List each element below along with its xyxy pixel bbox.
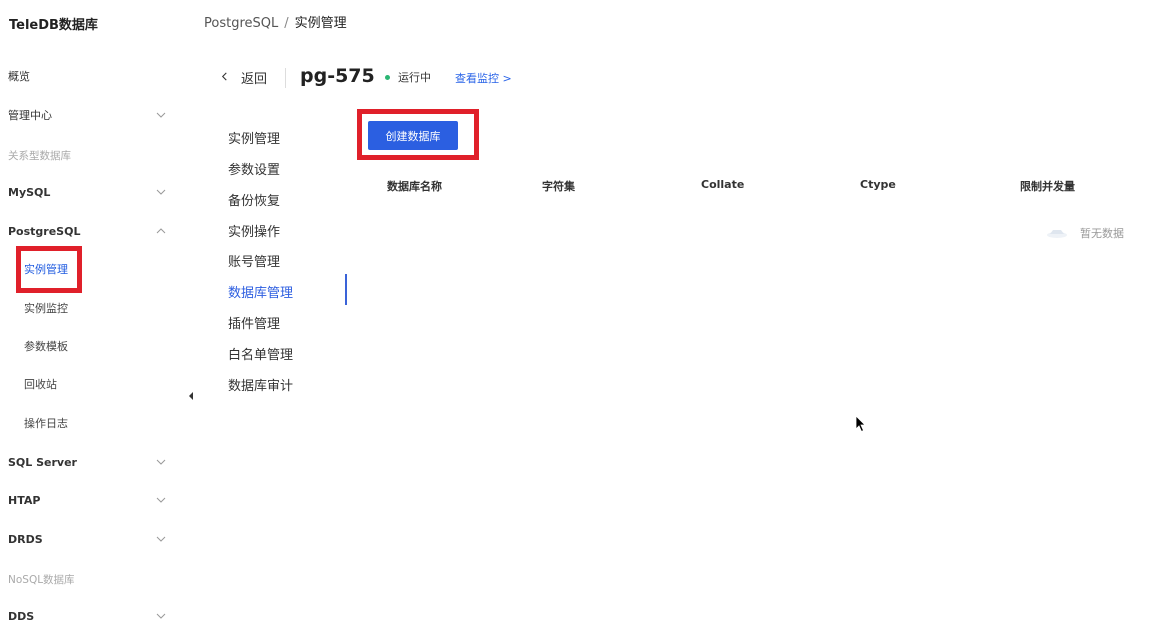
submenu-item-param-settings[interactable]: 参数设置 — [228, 159, 280, 178]
breadcrumb-link[interactable]: PostgreSQL — [204, 16, 278, 31]
submenu-item-backup-restore[interactable]: 备份恢复 — [228, 190, 280, 209]
sidebar-item-label: 回收站 — [24, 378, 57, 391]
back-button[interactable]: 返回 — [220, 68, 267, 87]
sidebar-item-param-template[interactable]: 参数模板 — [0, 331, 186, 361]
sidebar-item-mysql[interactable]: MySQL — [0, 177, 186, 207]
sidebar-item-label: 参数模板 — [24, 340, 68, 353]
collapse-sidebar-icon[interactable] — [186, 388, 196, 402]
sidebar-item-label: 操作日志 — [24, 417, 68, 430]
sidebar-item-management-center[interactable]: 管理中心 — [0, 100, 186, 130]
sidebar: TeleDB数据库 概览 管理中心 关系型数据库 MySQL PostgreSQ… — [0, 0, 186, 633]
divider — [285, 68, 286, 88]
submenu-item-database-audit[interactable]: 数据库审计 — [228, 375, 293, 394]
create-database-button[interactable]: 创建数据库 — [368, 121, 458, 150]
empty-state: 暂无数据 — [1046, 225, 1124, 241]
mouse-pointer-icon — [855, 415, 867, 433]
sidebar-item-sqlserver[interactable]: SQL Server — [0, 447, 186, 477]
submenu-item-whitelist-management[interactable]: 白名单管理 — [228, 344, 293, 363]
sidebar-item-label: MySQL — [8, 185, 51, 199]
submenu-item-plugin-management[interactable]: 插件管理 — [228, 313, 280, 332]
submenu-item-account-management[interactable]: 账号管理 — [228, 251, 280, 270]
breadcrumb-current: 实例管理 — [294, 16, 347, 31]
brand-logo: TeleDB数据库 — [9, 18, 98, 33]
column-header-concurrency-limit: 限制并发量 — [1020, 180, 1075, 193]
chevron-down-icon — [156, 611, 166, 621]
sidebar-item-label: 概览 — [8, 70, 30, 83]
instance-name: pg-575 — [300, 65, 375, 87]
chevron-left-icon — [220, 70, 229, 85]
view-monitor-link[interactable]: 查看监控 > — [455, 70, 512, 86]
column-header-collate: Collate — [701, 178, 745, 191]
sidebar-item-label: PostgreSQL — [8, 224, 81, 238]
annotation-highlight-sidebar — [16, 246, 82, 293]
sidebar-item-overview[interactable]: 概览 — [0, 61, 186, 91]
empty-box-icon — [1046, 227, 1068, 239]
sidebar-item-label: SQL Server — [8, 455, 77, 469]
status-text: 运行中 — [398, 71, 431, 84]
sidebar-item-recycle-bin[interactable]: 回收站 — [0, 369, 186, 399]
nav-group-nosql: NoSQL数据库 — [8, 574, 75, 586]
sidebar-item-postgresql[interactable]: PostgreSQL — [0, 216, 186, 246]
sidebar-item-label: DRDS — [8, 532, 43, 546]
sidebar-item-label: 管理中心 — [8, 109, 52, 122]
column-header-db-name: 数据库名称 — [387, 180, 442, 193]
nav-group-relational: 关系型数据库 — [8, 150, 71, 162]
chevron-down-icon — [156, 495, 166, 505]
chevron-up-icon — [156, 226, 166, 236]
chevron-down-icon — [156, 110, 166, 120]
sidebar-item-instance-monitor[interactable]: 实例监控 — [0, 293, 186, 323]
chevron-down-icon — [156, 457, 166, 467]
submenu-item-instance-management[interactable]: 实例管理 — [228, 128, 280, 147]
chevron-down-icon — [156, 187, 166, 197]
breadcrumb: PostgreSQL / 实例管理 — [204, 12, 347, 31]
status-dot-icon — [385, 74, 390, 80]
sidebar-item-drds[interactable]: DRDS — [0, 524, 186, 554]
column-header-ctype: Ctype — [860, 178, 896, 191]
chevron-down-icon — [156, 534, 166, 544]
column-header-charset: 字符集 — [542, 180, 575, 193]
sidebar-item-label: HTAP — [8, 493, 41, 507]
submenu-active-indicator — [345, 274, 347, 305]
back-label: 返回 — [241, 72, 268, 87]
status-badge: 运行中 — [385, 69, 431, 85]
empty-text: 暂无数据 — [1080, 227, 1124, 240]
submenu-item-instance-ops[interactable]: 实例操作 — [228, 221, 280, 240]
sidebar-item-htap[interactable]: HTAP — [0, 485, 186, 515]
sidebar-item-operation-log[interactable]: 操作日志 — [0, 408, 186, 438]
sidebar-item-dds[interactable]: DDS — [0, 601, 186, 631]
sidebar-item-label: DDS — [8, 609, 35, 623]
sidebar-item-label: 实例监控 — [24, 302, 68, 315]
breadcrumb-separator: / — [284, 16, 289, 31]
submenu-item-database-management[interactable]: 数据库管理 — [228, 282, 293, 301]
